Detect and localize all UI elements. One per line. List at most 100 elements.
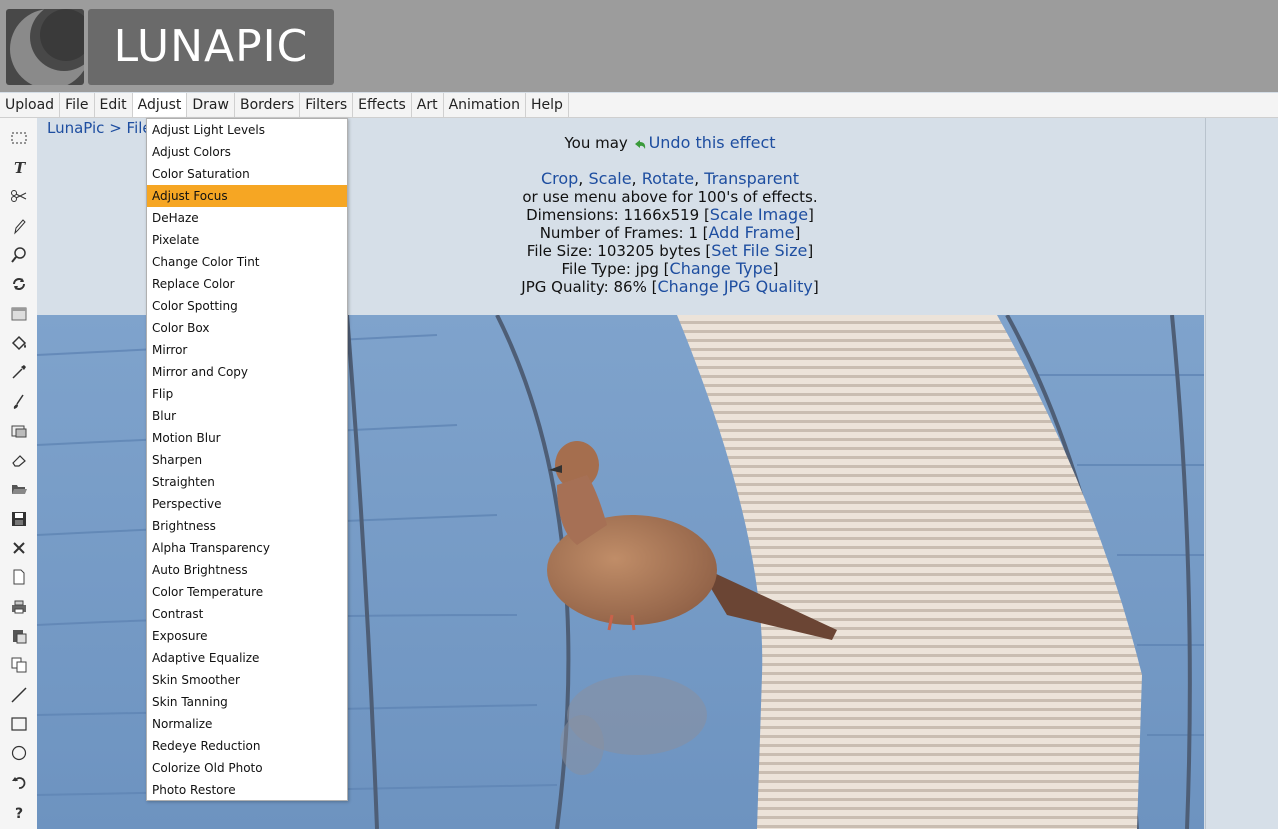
menu-animation[interactable]: Animation (444, 93, 526, 117)
crop-link[interactable]: Crop (541, 169, 578, 188)
separator: , (578, 169, 584, 188)
print-icon[interactable] (7, 595, 31, 619)
line-icon[interactable] (7, 683, 31, 707)
select-rect-icon[interactable] (7, 126, 31, 150)
menu-item-adjust-colors[interactable]: Adjust Colors (147, 141, 347, 163)
menu-item-contrast[interactable]: Contrast (147, 603, 347, 625)
right-panel (1205, 118, 1278, 829)
eraser-icon[interactable] (7, 448, 31, 472)
rotate-icon[interactable] (7, 272, 31, 296)
menu-item-flip[interactable]: Flip (147, 383, 347, 405)
pencil-icon[interactable] (7, 214, 31, 238)
header: LUNAPIC (0, 0, 1278, 92)
menu-effects[interactable]: Effects (353, 93, 412, 117)
undo-arrow-icon (634, 139, 645, 149)
menu-edit[interactable]: Edit (95, 93, 133, 117)
bracket: ] (808, 206, 814, 224)
menu-item-exposure[interactable]: Exposure (147, 625, 347, 647)
menu-help[interactable]: Help (526, 93, 569, 117)
bracket: ] (772, 260, 779, 278)
transparent-link[interactable]: Transparent (704, 169, 799, 188)
eyedropper-icon[interactable] (7, 360, 31, 384)
menu-item-color-spotting[interactable]: Color Spotting (147, 295, 347, 317)
menu-item-color-saturation[interactable]: Color Saturation (147, 163, 347, 185)
paste-icon[interactable] (7, 624, 31, 648)
menu-item-redeye-reduction[interactable]: Redeye Reduction (147, 735, 347, 757)
brush-icon[interactable] (7, 390, 31, 414)
menu-item-change-color-tint[interactable]: Change Color Tint (147, 251, 347, 273)
menu-item-normalize[interactable]: Normalize (147, 713, 347, 735)
undo-prefix: You may (564, 134, 628, 152)
copy-icon[interactable] (7, 653, 31, 677)
menu-item-colorize-old-photo[interactable]: Colorize Old Photo (147, 757, 347, 779)
menu-item-replace-color[interactable]: Replace Color (147, 273, 347, 295)
rotate-link[interactable]: Rotate (642, 169, 694, 188)
bracket: ] (812, 278, 819, 296)
rectangle-icon[interactable] (7, 712, 31, 736)
menu-item-blur[interactable]: Blur (147, 405, 347, 427)
menu-item-motion-blur[interactable]: Motion Blur (147, 427, 347, 449)
menu-adjust[interactable]: Adjust (132, 93, 188, 117)
quality-label: JPG Quality: 86% (521, 278, 647, 296)
change-jpg-quality-link[interactable]: Change JPG Quality (657, 277, 812, 296)
svg-text:T: T (14, 159, 27, 176)
logo-moon-icon[interactable] (6, 9, 84, 85)
scale-link[interactable]: Scale (588, 169, 631, 188)
menu-upload[interactable]: Upload (0, 93, 61, 117)
menu-item-adjust-light-levels[interactable]: Adjust Light Levels (147, 119, 347, 141)
quality-row: JPG Quality: 86% [Change JPG Quality] (360, 277, 980, 297)
undo-icon[interactable] (7, 771, 31, 795)
undo-effect-link[interactable]: Undo this effect (649, 133, 776, 152)
filetype-label: File Type: jpg (561, 260, 659, 278)
menu-draw[interactable]: Draw (187, 93, 235, 117)
set-file-size-link[interactable]: Set File Size (711, 241, 807, 260)
new-file-icon[interactable] (7, 565, 31, 589)
left-toolbar: T ? (0, 118, 37, 829)
frames-label: Number of Frames: 1 (539, 224, 698, 242)
menu-item-sharpen[interactable]: Sharpen (147, 449, 347, 471)
menu-borders[interactable]: Borders (235, 93, 301, 117)
menu-file[interactable]: File (60, 93, 95, 117)
breadcrumb[interactable]: LunaPic > File (47, 119, 152, 137)
layer-icon[interactable] (7, 302, 31, 326)
menu-item-skin-smoother[interactable]: Skin Smoother (147, 669, 347, 691)
menu-item-auto-brightness[interactable]: Auto Brightness (147, 559, 347, 581)
dimensions-label: Dimensions: 1166x519 (526, 206, 700, 224)
close-icon[interactable] (7, 536, 31, 560)
menu-item-color-box[interactable]: Color Box (147, 317, 347, 339)
scissors-icon[interactable] (7, 185, 31, 209)
dimensions-row: Dimensions: 1166x519 [Scale Image] (360, 205, 980, 225)
menu-art[interactable]: Art (412, 93, 444, 117)
menu-item-dehaze[interactable]: DeHaze (147, 207, 347, 229)
menu-item-brightness[interactable]: Brightness (147, 515, 347, 537)
text-icon[interactable]: T (7, 155, 31, 179)
menu-item-color-temperature[interactable]: Color Temperature (147, 581, 347, 603)
crop-image-icon[interactable] (7, 419, 31, 443)
zoom-icon[interactable] (7, 243, 31, 267)
separator: , (694, 169, 700, 188)
logo[interactable]: LUNAPIC (88, 9, 334, 85)
open-folder-icon[interactable] (7, 478, 31, 502)
menu-item-perspective[interactable]: Perspective (147, 493, 347, 515)
scale-image-link[interactable]: Scale Image (710, 205, 808, 224)
menu-filters[interactable]: Filters (300, 93, 354, 117)
menu-item-alpha-transparency[interactable]: Alpha Transparency (147, 537, 347, 559)
bracket: ] (807, 242, 814, 260)
change-type-link[interactable]: Change Type (670, 259, 773, 278)
save-icon[interactable] (7, 507, 31, 531)
circle-icon[interactable] (7, 741, 31, 765)
menu-hint: or use menu above for 100's of effects. (522, 188, 818, 206)
menu-item-adjust-focus[interactable]: Adjust Focus (147, 185, 347, 207)
menu-item-adaptive-equalize[interactable]: Adaptive Equalize (147, 647, 347, 669)
menu-item-skin-tanning[interactable]: Skin Tanning (147, 691, 347, 713)
menu-item-mirror-and-copy[interactable]: Mirror and Copy (147, 361, 347, 383)
menu-item-mirror[interactable]: Mirror (147, 339, 347, 361)
add-frame-link[interactable]: Add Frame (709, 223, 795, 242)
menubar: Upload File Edit Adjust Draw Borders Fil… (0, 93, 1278, 118)
help-icon[interactable]: ? (7, 800, 31, 824)
menu-item-pixelate[interactable]: Pixelate (147, 229, 347, 251)
menu-item-straighten[interactable]: Straighten (147, 471, 347, 493)
fill-bucket-icon[interactable] (7, 331, 31, 355)
svg-text:?: ? (15, 806, 23, 821)
menu-item-photo-restore[interactable]: Photo Restore (147, 779, 347, 801)
